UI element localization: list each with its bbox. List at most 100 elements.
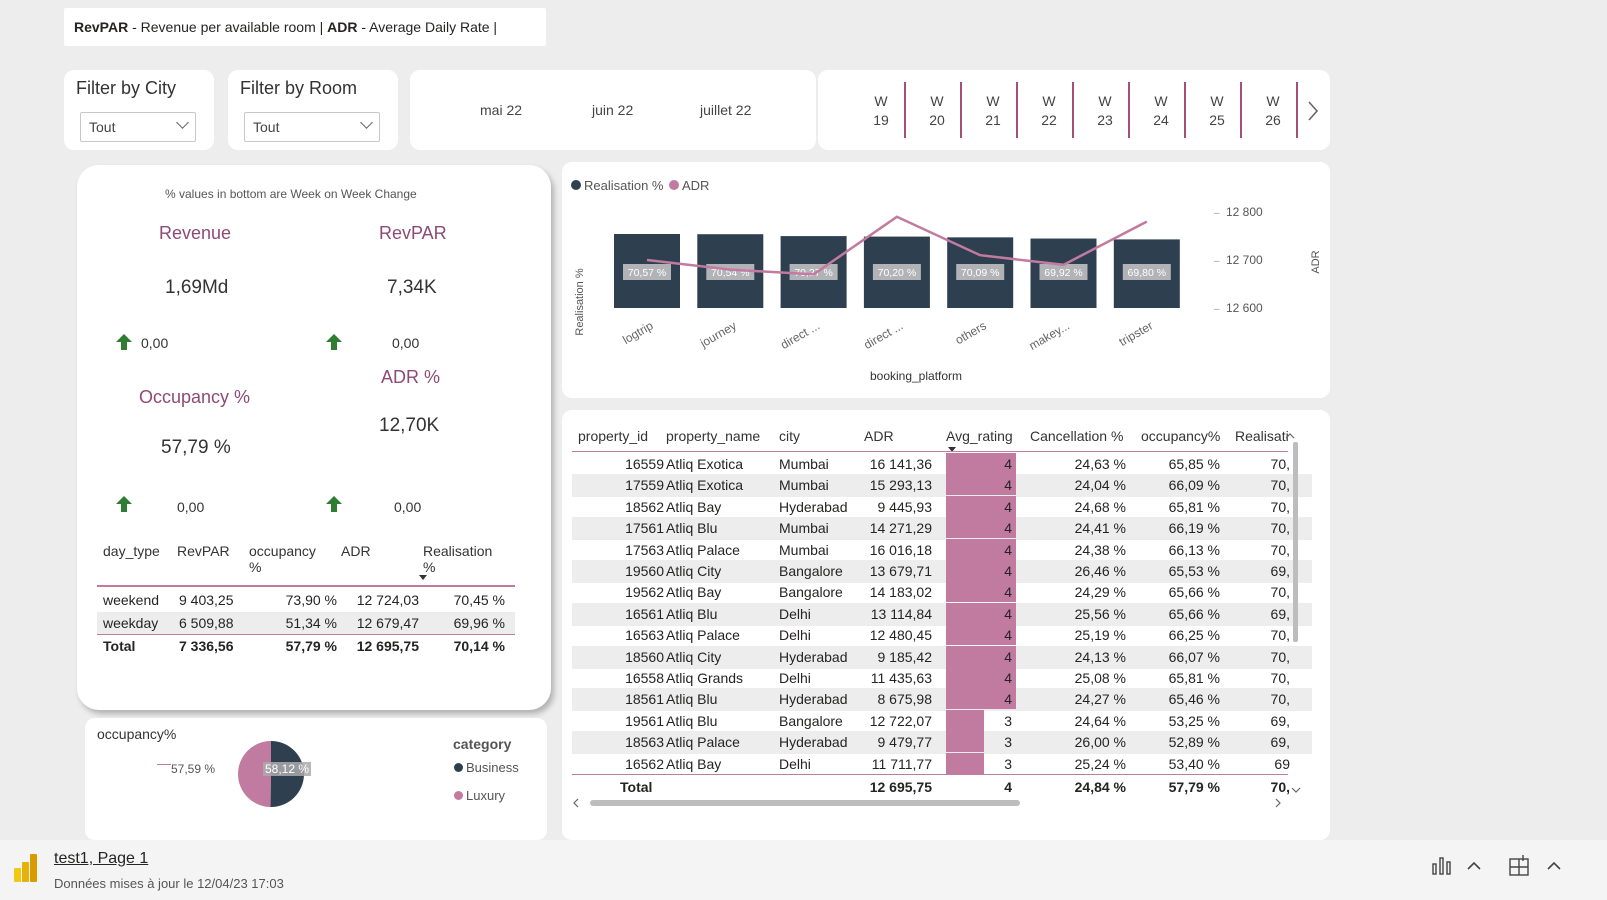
category-label: tripster xyxy=(1117,318,1156,348)
col-header-property-name[interactable]: property_name xyxy=(666,428,760,444)
table-cell: 69, xyxy=(1270,563,1290,579)
table-row[interactable]: 16559 Atliq Exotica Mumbai 16 141,36 24,63 %… xyxy=(572,453,1312,476)
horizontal-scrollbar[interactable] xyxy=(590,800,1020,806)
scroll-right-icon[interactable] xyxy=(1274,798,1282,808)
table-row[interactable]: 16562 Atliq Bay Delhi 11 711,77 25,24 % 53,40… xyxy=(572,752,1312,776)
table-cell: 24,64 % xyxy=(1074,712,1126,729)
table-cell: 66,09 % xyxy=(1168,477,1220,494)
table-cell: Delhi xyxy=(779,605,811,622)
revpar-title: RevPAR xyxy=(379,223,447,243)
table-row[interactable]: 17561 Atliq Blu Mumbai 14 271,29 24,41 % 66,1… xyxy=(572,517,1312,541)
table-row[interactable]: 19560 Atliq City Bangalore 13 679,71 26,46 %… xyxy=(572,560,1312,583)
table-row[interactable]: 18563 Atliq Palace Hyderabad 9 479,77 26,00 … xyxy=(572,731,1312,755)
table-cell: Bangalore xyxy=(779,563,843,579)
legend-item-business[interactable]: Business xyxy=(454,760,519,775)
bar-chart-icon[interactable] xyxy=(1430,854,1454,878)
report-footer: test1, Page 1 Données mises à jour le 12… xyxy=(0,840,1607,900)
week-item[interactable]: W 23 xyxy=(1090,92,1120,130)
col-header-day-type[interactable]: day_type xyxy=(103,543,160,559)
table-row[interactable]: weekend 9 403,25 73,90 % 12 724,03 70,45… xyxy=(97,589,515,611)
table-row[interactable]: 18561 Atliq Blu Hyderabad 8 675,98 24,27 % 65… xyxy=(572,688,1312,712)
layout-icon[interactable] xyxy=(1508,854,1532,878)
week-item[interactable]: W 25 xyxy=(1202,92,1232,130)
scroll-down-icon[interactable] xyxy=(1291,786,1301,794)
table-cell: 69 xyxy=(1274,755,1290,772)
table-cell: 19560 xyxy=(625,563,664,579)
table-cell: 70, xyxy=(1270,541,1290,558)
table-cell: Hyderabad xyxy=(779,734,848,751)
rating-value: 4 xyxy=(1004,520,1012,537)
table-row[interactable]: 18562 Atliq Bay Hyderabad 9 445,93 24,68 % 65… xyxy=(572,495,1312,519)
booking-platform-chart-card: Realisation % ADR Realisation % ADR booking_… xyxy=(562,162,1330,398)
week-separator xyxy=(1072,82,1074,138)
table-cell: 13 679,71 xyxy=(869,563,932,579)
table-cell: 70, xyxy=(1270,584,1290,601)
rating-value: 4 xyxy=(1004,584,1012,601)
table-cell: 15 293,13 xyxy=(869,477,932,494)
table-row[interactable]: 18560 Atliq City Hyderabad 9 185,42 24,13 % 6… xyxy=(572,645,1312,669)
table-row[interactable]: 19561 Atliq Blu Bangalore 12 722,07 24,64 % 5… xyxy=(572,709,1312,733)
table-row[interactable]: weekday 6 509,88 51,34 % 12 679,47 69,96… xyxy=(97,612,515,634)
col-header-occupancy[interactable]: occupancy% xyxy=(1141,428,1220,444)
table-row[interactable]: 16558 Atliq Grands Delhi 11 435,63 25,08 % 65… xyxy=(572,667,1312,690)
adr-change: 0,00 xyxy=(394,499,422,515)
table-cell: Hyderabad xyxy=(779,498,848,515)
table-row[interactable]: 16563 Atliq Palace Delhi 12 480,45 25,19 % 66… xyxy=(572,624,1312,647)
col-header-revpar[interactable]: RevPAR xyxy=(177,543,230,559)
tick-dash: – xyxy=(1214,208,1220,219)
table-cell: Atliq Grands xyxy=(666,670,744,686)
table-row[interactable]: 16561 Atliq Blu Delhi 13 114,84 25,56 % 65,66… xyxy=(572,602,1312,626)
table-cell: 16558 xyxy=(625,670,664,686)
page-link[interactable]: test1, Page 1 xyxy=(54,850,148,868)
bar-value-label: 69,80 % xyxy=(1128,267,1167,279)
legend-item-luxury[interactable]: Luxury xyxy=(454,788,505,803)
table-cell: 24,27 % xyxy=(1074,691,1126,708)
week-item[interactable]: W 26 xyxy=(1258,92,1288,130)
month-item[interactable]: juin 22 xyxy=(592,102,633,118)
table-cell: 66,07 % xyxy=(1168,648,1220,665)
month-item[interactable]: mai 22 xyxy=(480,102,522,118)
week-item[interactable]: W 22 xyxy=(1034,92,1064,130)
col-header-realisation[interactable]: Realisation% xyxy=(423,543,492,575)
chevron-right-icon[interactable] xyxy=(1306,100,1320,122)
city-filter-dropdown[interactable]: Tout xyxy=(80,112,196,142)
scroll-left-icon[interactable] xyxy=(572,798,580,808)
col-header-cancellation[interactable]: Cancellation % xyxy=(1030,428,1123,444)
col-header-property-id[interactable]: property_id xyxy=(578,428,648,444)
table-cell: 65,53 % xyxy=(1168,563,1220,579)
col-header-realisation[interactable]: Realisati xyxy=(1235,428,1289,444)
rating-value: 4 xyxy=(1004,563,1012,579)
booking-platform-chart[interactable]: Realisation % ADR Realisation % ADR booking_… xyxy=(562,162,1330,398)
table-cell: 25,56 % xyxy=(1074,605,1126,622)
tick-dash: – xyxy=(1214,256,1220,267)
table-row[interactable]: 17559 Atliq Exotica Mumbai 15 293,13 24,04 %… xyxy=(572,474,1312,498)
week-item[interactable]: W 21 xyxy=(978,92,1008,130)
table-cell: 70, xyxy=(1270,456,1290,472)
col-header-avg-rating[interactable]: Avg_rating xyxy=(946,428,1013,444)
rating-bar xyxy=(946,731,984,753)
col-header-occupancy[interactable]: occupancy% xyxy=(249,543,316,575)
table-row[interactable]: 17563 Atliq Palace Mumbai 16 016,18 24,38 % 6… xyxy=(572,538,1312,562)
legend-dot-icon xyxy=(454,763,463,772)
col-header-adr[interactable]: ADR xyxy=(864,428,894,444)
table-cell: Mumbai xyxy=(779,541,829,558)
chevron-up-icon[interactable] xyxy=(1466,860,1482,872)
table-cell: 9 479,77 xyxy=(877,734,933,751)
category-label: direct ... xyxy=(861,318,905,351)
scroll-up-icon[interactable] xyxy=(1285,432,1295,440)
col-header-city[interactable]: city xyxy=(779,428,800,444)
chevron-up-icon[interactable] xyxy=(1546,860,1562,872)
month-item[interactable]: juillet 22 xyxy=(700,102,751,118)
table-cell: 14 271,29 xyxy=(869,520,932,537)
table-row[interactable]: 19562 Atliq Bay Bangalore 14 183,02 24,29 % 6… xyxy=(572,581,1312,604)
week-item[interactable]: W 24 xyxy=(1146,92,1176,130)
room-filter-dropdown[interactable]: Tout xyxy=(244,112,380,142)
week-item[interactable]: W 20 xyxy=(922,92,952,130)
week-item[interactable]: W 19 xyxy=(866,92,896,130)
week-separator xyxy=(904,82,906,138)
vertical-scrollbar[interactable] xyxy=(1293,442,1298,642)
col-header-adr[interactable]: ADR xyxy=(341,543,371,559)
table-cell: 70, xyxy=(1270,627,1290,644)
header-divider xyxy=(572,451,1288,452)
revpar-desc: - Revenue per available room | xyxy=(128,19,328,35)
